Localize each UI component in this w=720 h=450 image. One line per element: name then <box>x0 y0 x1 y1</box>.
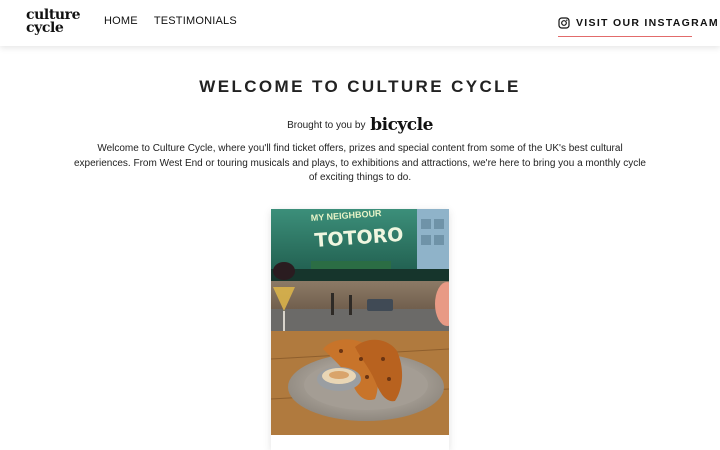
main-nav: HOME TESTIMONIALS <box>104 15 237 27</box>
intro-line: Welcome to Culture Cycle, where you'll f… <box>97 143 623 154</box>
visit-instagram-link[interactable]: VISIT OUR INSTAGRAM <box>558 16 718 37</box>
bicycle-logo[interactable]: bicycle <box>370 115 433 135</box>
brought-by-text: Brought to you by <box>287 120 366 131</box>
page-title: WELCOME TO CULTURE CYCLE <box>199 77 521 96</box>
site-header: culture cycle HOME TESTIMONIALS VISIT OU… <box>0 0 720 46</box>
culture-cycle-logo[interactable]: culture cycle <box>26 8 86 36</box>
instagram-label: VISIT OUR INSTAGRAM <box>576 17 719 29</box>
brought-to-you-by: Brought to you by bicycle <box>0 115 720 135</box>
card-photo: MY NEIGHBOUR TOTORO <box>271 209 449 435</box>
logo-line-cycle: cycle <box>26 20 64 36</box>
intro-paragraph: Welcome to Culture Cycle, where you'll f… <box>70 142 650 186</box>
offer-card[interactable]: MY NEIGHBOUR TOTORO <box>271 209 449 450</box>
intro-line: of exciting things to do. <box>308 172 412 183</box>
nav-home[interactable]: HOME <box>104 15 138 27</box>
nav-testimonials[interactable]: TESTIMONIALS <box>154 15 237 27</box>
intro-line: experiences. From West End or touring mu… <box>73 157 646 169</box>
instagram-icon <box>558 17 570 29</box>
